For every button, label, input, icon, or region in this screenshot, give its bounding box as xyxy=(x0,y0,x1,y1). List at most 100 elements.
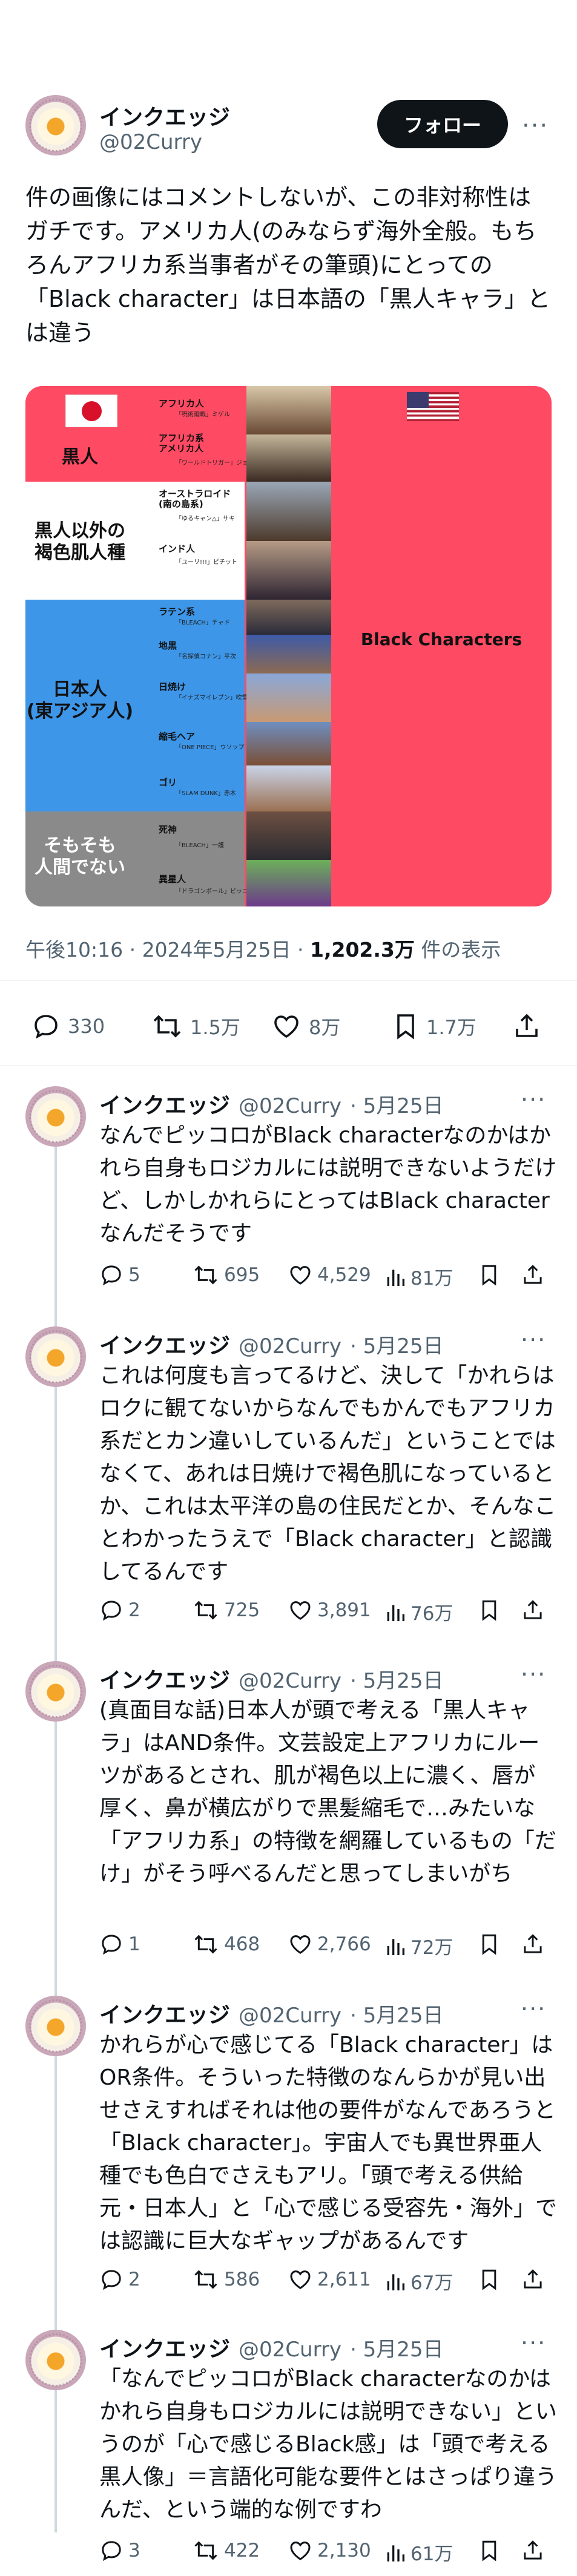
reply-date[interactable]: · 5月25日 xyxy=(350,1329,444,1359)
share-button[interactable] xyxy=(522,1598,544,1622)
reply-author-handle[interactable]: @02Curry xyxy=(239,1669,341,1693)
reply-button[interactable]: 3 xyxy=(99,2538,140,2563)
views-icon xyxy=(387,1938,404,1955)
reply-count: 330 xyxy=(68,1015,105,1038)
share-button[interactable] xyxy=(513,1012,540,1041)
retweet-icon xyxy=(194,2541,217,2560)
bookmark-button[interactable] xyxy=(478,2267,500,2292)
reply-author-handle[interactable]: @02Curry xyxy=(239,2004,341,2028)
reply-icon xyxy=(102,1265,121,1286)
heart-icon xyxy=(274,1015,298,1038)
row-label: アフリカ系 アメリカ人 xyxy=(159,433,205,454)
follow-button[interactable]: フォロー xyxy=(377,100,508,148)
reply-author-name[interactable]: インクエッジ xyxy=(99,1088,230,1119)
reply-text: かれらが心で感じてる「Black character」はOR条件。そういった特徴… xyxy=(99,2033,558,2253)
retweet-count: 725 xyxy=(224,1599,260,1621)
reply-text: (真面目な話)日本人が頭で考える「黒人キャラ」はAND条件。文芸設定上アフリカに… xyxy=(99,1698,556,1886)
reply-avatar[interactable] xyxy=(25,1661,86,1722)
reply-date[interactable]: · 5月25日 xyxy=(350,1089,444,1119)
views-button[interactable]: 76万 xyxy=(385,1598,453,1625)
views-button[interactable]: 72万 xyxy=(385,1932,453,1959)
reply-author-name[interactable]: インクエッジ xyxy=(99,1998,230,2029)
retweet-button[interactable]: 1.5万 xyxy=(151,1012,240,1041)
like-button[interactable]: 2,766 xyxy=(288,1932,371,1956)
band-brown-label: 黒人以外の 褐色肌人種 xyxy=(35,520,125,563)
reply-avatar[interactable] xyxy=(25,1086,86,1147)
reply-header: インクエッジ @02Curry · 5月25日 xyxy=(99,1328,444,1360)
more-options-icon[interactable]: ··· xyxy=(522,112,549,140)
heart-icon xyxy=(290,2542,311,2560)
reply-button[interactable]: 1 xyxy=(99,1932,140,1956)
share-button[interactable] xyxy=(522,1932,544,1956)
share-button[interactable] xyxy=(522,2267,544,2292)
bookmark-button[interactable] xyxy=(478,1263,500,1287)
reply-author-name[interactable]: インクエッジ xyxy=(99,2332,230,2363)
views-button[interactable]: 81万 xyxy=(385,1263,453,1290)
reply-date[interactable]: · 5月25日 xyxy=(350,1664,444,1694)
reply-button[interactable]: 5 xyxy=(99,1263,140,1287)
row-label: ゴリ xyxy=(159,777,177,788)
retweet-button[interactable]: 725 xyxy=(193,1598,260,1622)
bookmark-button[interactable] xyxy=(478,1932,500,1956)
reply-author-handle[interactable]: @02Curry xyxy=(239,1094,341,1118)
reply-author-name[interactable]: インクエッジ xyxy=(99,1328,230,1360)
like-count: 2,611 xyxy=(317,2269,371,2290)
retweet-button[interactable]: 695 xyxy=(193,1263,260,1287)
reply-avatar[interactable] xyxy=(25,2330,86,2390)
like-button[interactable]: 2,130 xyxy=(288,2538,371,2563)
row-note: 「呪術廻戦」ミゲル xyxy=(176,411,230,418)
band-black-label: 黒人 xyxy=(62,447,98,468)
character-portrait xyxy=(246,600,331,635)
bookmark-button[interactable] xyxy=(478,1598,500,1622)
row-label: ラテン系 xyxy=(159,606,196,617)
views-button[interactable]: 67万 xyxy=(385,2267,453,2295)
author-avatar[interactable] xyxy=(25,95,86,156)
share-button[interactable] xyxy=(522,2538,544,2563)
reply-date[interactable]: · 5月25日 xyxy=(350,1999,444,2028)
retweet-button[interactable]: 422 xyxy=(193,2538,260,2563)
row-label: インド人 xyxy=(159,543,196,554)
more-options-icon[interactable]: ··· xyxy=(521,1996,546,2022)
more-options-icon[interactable]: ··· xyxy=(521,1086,546,1113)
reply-author-handle[interactable]: @02Curry xyxy=(239,2338,341,2362)
views-icon xyxy=(387,2273,404,2290)
more-options-icon[interactable]: ··· xyxy=(521,1661,546,1688)
like-button[interactable]: 3,891 xyxy=(288,1598,371,1622)
heart-icon xyxy=(290,1266,311,1285)
more-options-icon[interactable]: ··· xyxy=(521,2330,546,2356)
reply-button[interactable]: 330 xyxy=(31,1012,105,1041)
author-handle[interactable]: @02Curry xyxy=(99,130,202,154)
tweet-timestamp[interactable]: 午後10:16 · 2024年5月25日 · 1,202.3万 件の表示 xyxy=(25,934,501,963)
views-button[interactable]: 61万 xyxy=(385,2538,453,2566)
like-button[interactable]: 2,611 xyxy=(288,2267,371,2292)
view-count: 72万 xyxy=(410,1937,453,1959)
like-button[interactable]: 8万 xyxy=(271,1012,340,1041)
bookmark-icon xyxy=(482,2540,496,2561)
bookmark-count: 1.7万 xyxy=(426,1016,476,1039)
reply-date[interactable]: · 5月25日 xyxy=(350,2333,444,2362)
row-label: オーストラロイド (南の島系) xyxy=(159,488,231,510)
more-options-icon[interactable]: ··· xyxy=(521,1326,546,1353)
row-label: 日焼け xyxy=(159,681,186,692)
reply-count: 2 xyxy=(128,1599,140,1621)
reply-author-handle[interactable]: @02Curry xyxy=(239,1334,341,1358)
reply-button[interactable]: 2 xyxy=(99,2267,140,2292)
author-name[interactable]: インクエッジ xyxy=(99,100,230,131)
reply-author-name[interactable]: インクエッジ xyxy=(99,1663,230,1694)
bookmark-button[interactable] xyxy=(478,2538,500,2563)
bookmark-icon xyxy=(397,1014,414,1040)
retweet-icon xyxy=(194,1935,217,1954)
share-button[interactable] xyxy=(522,1263,544,1287)
reply-avatar[interactable] xyxy=(25,1326,86,1387)
character-portrait xyxy=(246,765,331,811)
character-portrait xyxy=(246,722,331,765)
retweet-button[interactable]: 468 xyxy=(193,1932,260,1956)
tweet-image[interactable]: 黒人 黒人以外の 褐色肌人種 日本人 (東アジア人) そもそも 人間でない アフ… xyxy=(25,386,552,906)
reply-icon xyxy=(102,2541,121,2561)
reply-avatar[interactable] xyxy=(25,1996,86,2056)
retweet-button[interactable]: 586 xyxy=(193,2267,260,2292)
bookmark-button[interactable]: 1.7万 xyxy=(392,1012,476,1041)
retweet-icon xyxy=(194,2270,217,2289)
like-button[interactable]: 4,529 xyxy=(288,1263,371,1287)
reply-button[interactable]: 2 xyxy=(99,1598,140,1622)
